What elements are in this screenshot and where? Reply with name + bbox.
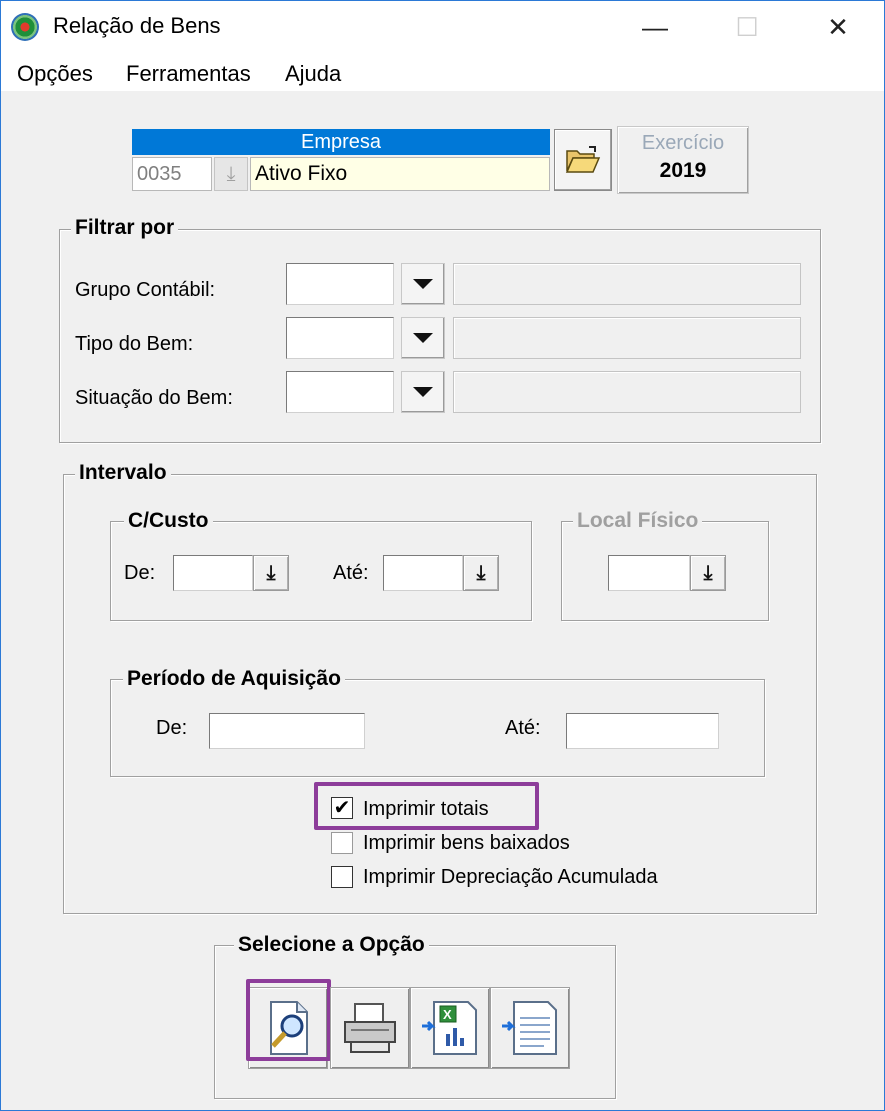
menu-bar: Opções Ferramentas Ajuda (1, 53, 884, 91)
ccusto-de-lookup-button[interactable]: ⤓ (253, 555, 289, 591)
periodo-ate-input[interactable] (566, 713, 719, 749)
empresa-header: Empresa (132, 129, 550, 155)
imprimir-depreciacao-checkbox[interactable] (331, 866, 353, 888)
empresa-code-field[interactable]: 0035 (132, 157, 212, 191)
situacao-bem-label: Situação do Bem: (75, 387, 233, 409)
minimize-button[interactable]: — (609, 1, 701, 53)
ccusto-ate-label: Até: (333, 562, 369, 584)
download-arrow-icon: ⤓ (703, 561, 713, 584)
filtrar-title: Filtrar por (71, 216, 179, 240)
exercicio-panel: Exercício 2019 (617, 126, 749, 194)
app-icon (11, 13, 39, 41)
empresa-name-field: Ativo Fixo (250, 157, 550, 191)
highlight-frame (314, 782, 539, 830)
intervalo-title: Intervalo (75, 461, 171, 485)
dropdown-arrow-icon (413, 333, 433, 343)
grupo-contabil-dropdown[interactable] (401, 263, 445, 305)
situacao-bem-input[interactable] (286, 371, 394, 413)
text-export-icon (502, 1001, 557, 1055)
local-fisico-input[interactable] (608, 555, 690, 591)
local-fisico-lookup-button[interactable]: ⤓ (690, 555, 726, 591)
imprimir-bens-baixados-label[interactable]: Imprimir bens baixados (363, 832, 570, 855)
periodo-de-label: De: (156, 717, 188, 739)
tipo-bem-description (453, 317, 801, 359)
periodo-ate-label: Até: (505, 717, 541, 739)
periodo-title: Período de Aquisição (123, 667, 345, 691)
text-export-button[interactable] (490, 987, 570, 1069)
menu-opcoes[interactable]: Opções (17, 61, 93, 87)
window-title: Relação de Bens (53, 13, 221, 38)
local-fisico-title: Local Físico (573, 509, 703, 533)
download-arrow-icon: ⤓ (226, 163, 236, 185)
print-button[interactable] (330, 987, 410, 1069)
menu-ferramentas[interactable]: Ferramentas (126, 61, 251, 87)
title-bar: Relação de Bens — ☐ ✕ (1, 1, 884, 53)
ccusto-ate-input[interactable] (383, 555, 463, 591)
exercicio-label: Exercício (641, 132, 725, 154)
close-button[interactable]: ✕ (792, 1, 884, 53)
download-arrow-icon: ⤓ (266, 561, 276, 584)
window: Relação de Bens — ☐ ✕ Opções Ferramentas… (0, 0, 885, 1111)
tipo-bem-label: Tipo do Bem: (75, 333, 194, 355)
dropdown-arrow-icon (413, 387, 433, 397)
open-folder-button[interactable] (554, 129, 612, 191)
grupo-contabil-description (453, 263, 801, 305)
printer-icon (344, 1003, 396, 1053)
opcao-title: Selecione a Opção (234, 933, 429, 957)
situacao-bem-dropdown[interactable] (401, 371, 445, 413)
client-area: Empresa 0035 ⤓ Ativo Fixo Exercício 2019… (1, 91, 884, 1110)
svg-text:X: X (443, 1007, 452, 1022)
open-folder-icon (565, 146, 601, 173)
excel-export-icon: X (422, 1001, 477, 1055)
dropdown-arrow-icon (413, 279, 433, 289)
grupo-contabil-label: Grupo Contábil: (75, 279, 216, 301)
periodo-de-input[interactable] (209, 713, 365, 749)
grupo-contabil-input[interactable] (286, 263, 394, 305)
imprimir-bens-baixados-checkbox[interactable] (331, 832, 353, 854)
imprimir-depreciacao-label[interactable]: Imprimir Depreciação Acumulada (363, 866, 658, 889)
exercicio-value: 2019 (659, 159, 707, 182)
download-arrow-icon: ⤓ (476, 561, 486, 584)
tipo-bem-dropdown[interactable] (401, 317, 445, 359)
situacao-bem-description (453, 371, 801, 413)
tipo-bem-input[interactable] (286, 317, 394, 359)
excel-export-button[interactable]: X (410, 987, 490, 1069)
ccusto-title: C/Custo (124, 509, 213, 533)
empresa-lookup-button[interactable]: ⤓ (214, 157, 248, 191)
ccusto-de-input[interactable] (173, 555, 253, 591)
maximize-button[interactable]: ☐ (701, 1, 793, 53)
ccusto-de-label: De: (124, 562, 156, 584)
highlight-frame (246, 979, 331, 1061)
ccusto-ate-lookup-button[interactable]: ⤓ (463, 555, 499, 591)
menu-ajuda[interactable]: Ajuda (285, 61, 341, 87)
